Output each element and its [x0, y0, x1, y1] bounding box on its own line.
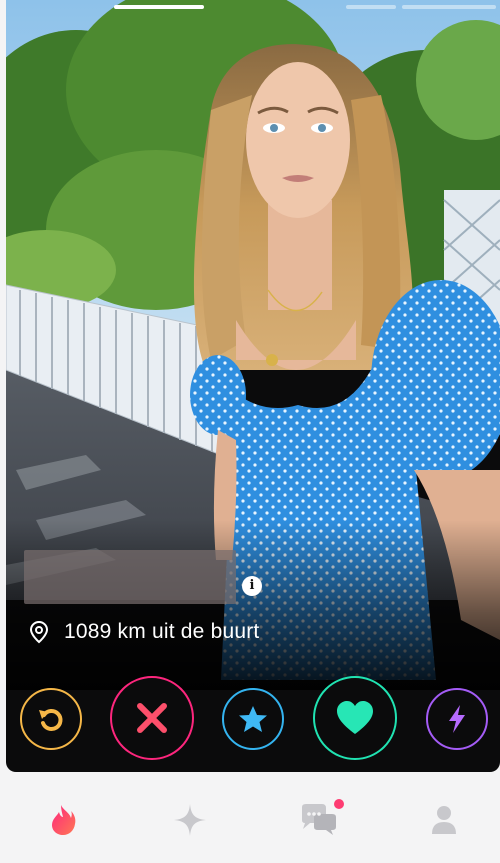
rewind-button[interactable] — [20, 688, 82, 750]
nav-profile[interactable] — [424, 800, 464, 840]
photo-pager-segment[interactable] — [346, 5, 396, 9]
app-screen: i 1089 km uit de buurt — [0, 0, 500, 863]
bottom-nav — [0, 780, 500, 863]
rewind-icon — [39, 709, 63, 731]
photo-pager — [6, 5, 500, 9]
lightning-icon — [449, 705, 465, 733]
location-pin-icon — [29, 620, 49, 644]
card-gradient — [6, 520, 500, 690]
flame-icon — [52, 805, 76, 835]
info-icon[interactable]: i — [242, 576, 262, 596]
nav-top-picks[interactable] — [170, 800, 210, 840]
person-icon — [432, 806, 456, 834]
redacted-name-age — [24, 550, 236, 604]
star-icon — [239, 706, 267, 732]
photo-pager-segment[interactable] — [114, 5, 204, 9]
distance-text: 1089 km uit de buurt — [64, 620, 260, 643]
action-bar — [6, 670, 500, 768]
nav-messages[interactable] — [298, 799, 344, 840]
nope-button[interactable] — [110, 676, 194, 760]
heart-icon — [337, 701, 373, 734]
chat-icon — [302, 804, 336, 835]
super-like-button[interactable] — [222, 688, 284, 750]
nav-discover[interactable] — [44, 800, 84, 840]
like-button[interactable] — [313, 676, 397, 760]
boost-button[interactable] — [426, 688, 488, 750]
photo-pager-segment[interactable] — [402, 5, 496, 9]
notification-badge — [334, 799, 344, 809]
distance-row: 1089 km uit de buurt — [28, 618, 259, 646]
close-icon — [137, 703, 167, 733]
sparkle-icon — [174, 804, 206, 836]
profile-card[interactable]: i 1089 km uit de buurt — [6, 0, 500, 772]
